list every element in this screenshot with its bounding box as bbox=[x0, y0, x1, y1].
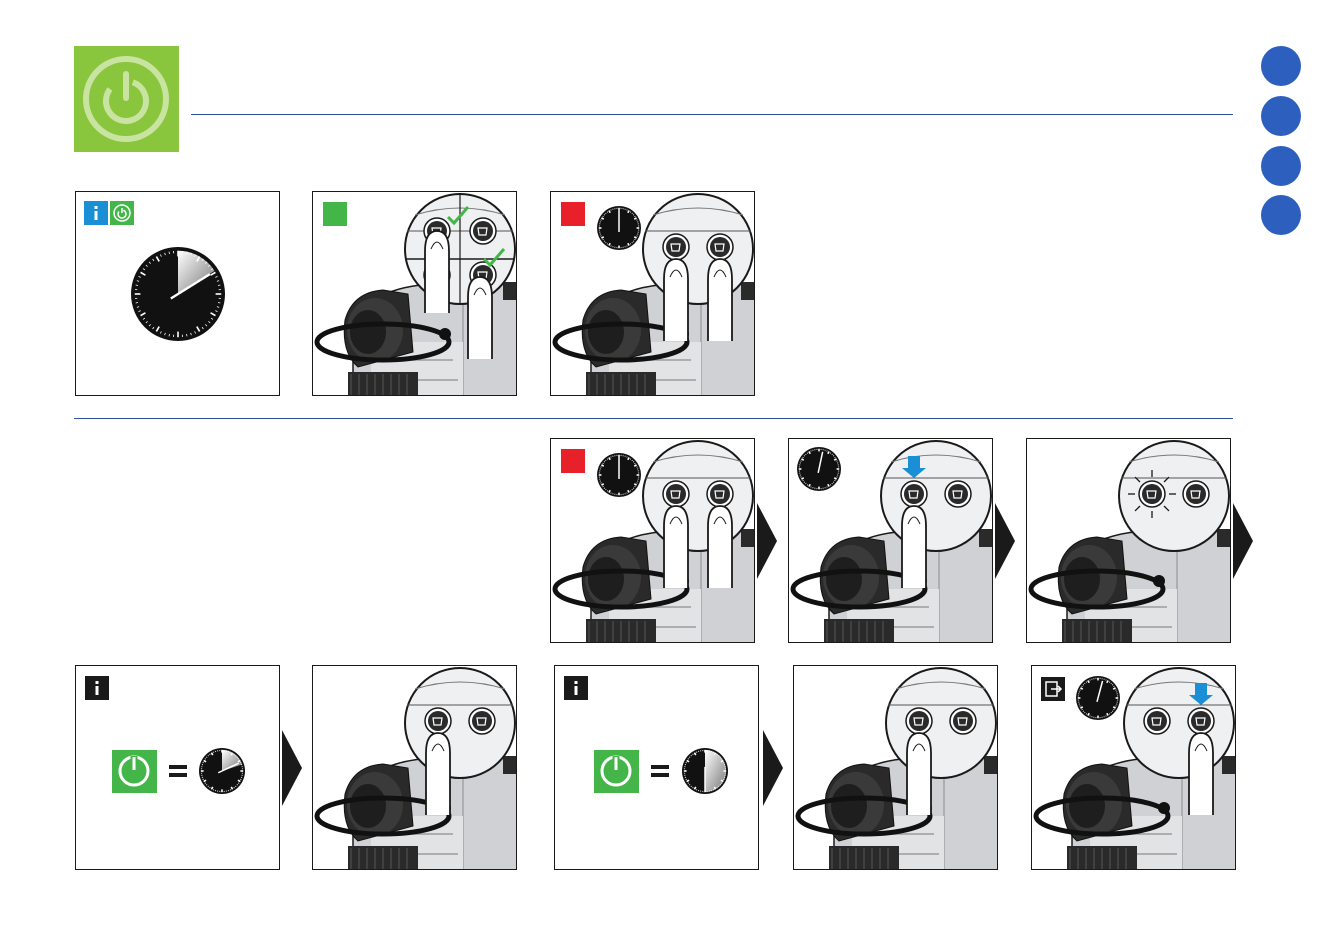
panel-info-power-eq-short bbox=[75, 665, 280, 870]
next-arrow bbox=[1233, 503, 1253, 579]
panel-row2-press-left bbox=[788, 438, 993, 643]
nav-dot-2[interactable] bbox=[1261, 96, 1301, 136]
nav-dot-4[interactable] bbox=[1261, 195, 1301, 235]
power-mode-badge bbox=[74, 46, 179, 152]
stopwatch-icon bbox=[131, 247, 225, 341]
nav-dot-1[interactable] bbox=[1261, 46, 1301, 86]
next-arrow bbox=[995, 503, 1015, 579]
section-rule bbox=[74, 418, 1233, 419]
coffee-machine-illustration bbox=[1028, 440, 1230, 642]
stopwatch-icon bbox=[199, 748, 245, 794]
nav-dot-3[interactable] bbox=[1261, 146, 1301, 186]
power-icon bbox=[83, 56, 169, 142]
next-arrow bbox=[763, 730, 783, 806]
stopwatch-icon bbox=[1076, 676, 1120, 720]
panel-info-power-eq-long bbox=[554, 665, 759, 870]
stopwatch-icon bbox=[597, 453, 641, 497]
panel-row2-hold-both bbox=[550, 438, 755, 643]
panel-row2-blink-left bbox=[1026, 438, 1231, 643]
stopwatch-icon bbox=[597, 206, 641, 250]
panel-machine-check bbox=[312, 191, 517, 396]
panel-exit-press-right bbox=[1031, 665, 1236, 870]
red-status-square bbox=[561, 449, 585, 473]
red-status-square bbox=[561, 202, 585, 226]
exit-icon[interactable] bbox=[1041, 677, 1065, 701]
panel-machine-press-left-2 bbox=[793, 665, 998, 870]
stopwatch-icon bbox=[682, 748, 728, 794]
next-arrow bbox=[757, 503, 777, 579]
stopwatch-icon bbox=[797, 447, 841, 491]
panel-info-timer bbox=[75, 191, 280, 396]
panel-machine-press-left bbox=[312, 665, 517, 870]
panel-machine-hold-both bbox=[550, 191, 755, 396]
coffee-machine-illustration bbox=[795, 667, 997, 869]
green-status-square bbox=[323, 202, 347, 226]
header-rule bbox=[191, 114, 1233, 115]
coffee-machine-illustration bbox=[314, 667, 516, 869]
next-arrow bbox=[282, 730, 302, 806]
